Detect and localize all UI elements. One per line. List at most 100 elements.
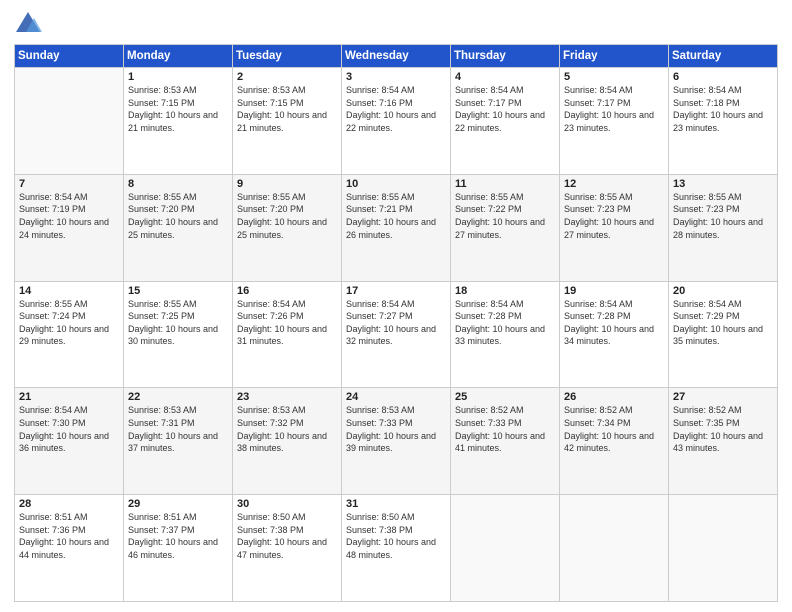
calendar-cell (560, 495, 669, 602)
day-number: 28 (19, 498, 119, 510)
calendar-cell: 1Sunrise: 8:53 AMSunset: 7:15 PMDaylight… (124, 68, 233, 175)
calendar-cell: 14Sunrise: 8:55 AMSunset: 7:24 PMDayligh… (15, 281, 124, 388)
calendar-cell: 21Sunrise: 8:54 AMSunset: 7:30 PMDayligh… (15, 388, 124, 495)
week-row-1: 1Sunrise: 8:53 AMSunset: 7:15 PMDaylight… (15, 68, 778, 175)
day-info: Sunrise: 8:53 AMSunset: 7:32 PMDaylight:… (237, 404, 337, 454)
day-number: 29 (128, 498, 228, 510)
calendar-cell: 29Sunrise: 8:51 AMSunset: 7:37 PMDayligh… (124, 495, 233, 602)
weekday-header-tuesday: Tuesday (233, 45, 342, 68)
day-info: Sunrise: 8:53 AMSunset: 7:15 PMDaylight:… (128, 84, 228, 134)
day-number: 19 (564, 285, 664, 297)
calendar-cell: 28Sunrise: 8:51 AMSunset: 7:36 PMDayligh… (15, 495, 124, 602)
day-number: 2 (237, 71, 337, 83)
day-info: Sunrise: 8:55 AMSunset: 7:25 PMDaylight:… (128, 298, 228, 348)
day-number: 25 (455, 391, 555, 403)
day-info: Sunrise: 8:54 AMSunset: 7:16 PMDaylight:… (346, 84, 446, 134)
weekday-header-friday: Friday (560, 45, 669, 68)
day-info: Sunrise: 8:55 AMSunset: 7:23 PMDaylight:… (564, 191, 664, 241)
day-number: 23 (237, 391, 337, 403)
calendar-cell: 30Sunrise: 8:50 AMSunset: 7:38 PMDayligh… (233, 495, 342, 602)
calendar-cell: 10Sunrise: 8:55 AMSunset: 7:21 PMDayligh… (342, 174, 451, 281)
weekday-header-thursday: Thursday (451, 45, 560, 68)
day-info: Sunrise: 8:54 AMSunset: 7:17 PMDaylight:… (455, 84, 555, 134)
calendar-cell: 20Sunrise: 8:54 AMSunset: 7:29 PMDayligh… (669, 281, 778, 388)
calendar-cell: 12Sunrise: 8:55 AMSunset: 7:23 PMDayligh… (560, 174, 669, 281)
calendar-cell (15, 68, 124, 175)
day-info: Sunrise: 8:54 AMSunset: 7:27 PMDaylight:… (346, 298, 446, 348)
day-number: 7 (19, 178, 119, 190)
day-number: 24 (346, 391, 446, 403)
logo (14, 10, 46, 38)
day-number: 17 (346, 285, 446, 297)
day-number: 3 (346, 71, 446, 83)
day-info: Sunrise: 8:50 AMSunset: 7:38 PMDaylight:… (346, 511, 446, 561)
calendar-cell: 25Sunrise: 8:52 AMSunset: 7:33 PMDayligh… (451, 388, 560, 495)
day-info: Sunrise: 8:52 AMSunset: 7:34 PMDaylight:… (564, 404, 664, 454)
day-number: 13 (673, 178, 773, 190)
day-number: 22 (128, 391, 228, 403)
day-info: Sunrise: 8:54 AMSunset: 7:30 PMDaylight:… (19, 404, 119, 454)
calendar-cell: 18Sunrise: 8:54 AMSunset: 7:28 PMDayligh… (451, 281, 560, 388)
day-info: Sunrise: 8:55 AMSunset: 7:21 PMDaylight:… (346, 191, 446, 241)
day-number: 26 (564, 391, 664, 403)
calendar-page: SundayMondayTuesdayWednesdayThursdayFrid… (0, 0, 792, 612)
calendar-table: SundayMondayTuesdayWednesdayThursdayFrid… (14, 44, 778, 602)
weekday-header-saturday: Saturday (669, 45, 778, 68)
calendar-cell: 11Sunrise: 8:55 AMSunset: 7:22 PMDayligh… (451, 174, 560, 281)
day-info: Sunrise: 8:54 AMSunset: 7:29 PMDaylight:… (673, 298, 773, 348)
day-number: 1 (128, 71, 228, 83)
day-info: Sunrise: 8:54 AMSunset: 7:28 PMDaylight:… (564, 298, 664, 348)
calendar-cell: 8Sunrise: 8:55 AMSunset: 7:20 PMDaylight… (124, 174, 233, 281)
day-info: Sunrise: 8:50 AMSunset: 7:38 PMDaylight:… (237, 511, 337, 561)
day-number: 5 (564, 71, 664, 83)
calendar-cell: 16Sunrise: 8:54 AMSunset: 7:26 PMDayligh… (233, 281, 342, 388)
week-row-4: 21Sunrise: 8:54 AMSunset: 7:30 PMDayligh… (15, 388, 778, 495)
day-number: 11 (455, 178, 555, 190)
day-number: 14 (19, 285, 119, 297)
day-number: 15 (128, 285, 228, 297)
weekday-header-monday: Monday (124, 45, 233, 68)
calendar-cell (451, 495, 560, 602)
calendar-cell: 9Sunrise: 8:55 AMSunset: 7:20 PMDaylight… (233, 174, 342, 281)
calendar-cell: 3Sunrise: 8:54 AMSunset: 7:16 PMDaylight… (342, 68, 451, 175)
day-info: Sunrise: 8:54 AMSunset: 7:18 PMDaylight:… (673, 84, 773, 134)
calendar-cell: 13Sunrise: 8:55 AMSunset: 7:23 PMDayligh… (669, 174, 778, 281)
calendar-cell: 2Sunrise: 8:53 AMSunset: 7:15 PMDaylight… (233, 68, 342, 175)
weekday-header-wednesday: Wednesday (342, 45, 451, 68)
header (14, 10, 778, 38)
day-info: Sunrise: 8:53 AMSunset: 7:31 PMDaylight:… (128, 404, 228, 454)
calendar-cell: 24Sunrise: 8:53 AMSunset: 7:33 PMDayligh… (342, 388, 451, 495)
day-info: Sunrise: 8:54 AMSunset: 7:17 PMDaylight:… (564, 84, 664, 134)
calendar-cell: 23Sunrise: 8:53 AMSunset: 7:32 PMDayligh… (233, 388, 342, 495)
calendar-cell: 5Sunrise: 8:54 AMSunset: 7:17 PMDaylight… (560, 68, 669, 175)
day-info: Sunrise: 8:54 AMSunset: 7:28 PMDaylight:… (455, 298, 555, 348)
logo-icon (14, 10, 42, 38)
calendar-cell: 7Sunrise: 8:54 AMSunset: 7:19 PMDaylight… (15, 174, 124, 281)
calendar-cell: 26Sunrise: 8:52 AMSunset: 7:34 PMDayligh… (560, 388, 669, 495)
day-info: Sunrise: 8:54 AMSunset: 7:19 PMDaylight:… (19, 191, 119, 241)
calendar-cell: 6Sunrise: 8:54 AMSunset: 7:18 PMDaylight… (669, 68, 778, 175)
day-number: 16 (237, 285, 337, 297)
day-number: 9 (237, 178, 337, 190)
day-number: 27 (673, 391, 773, 403)
day-info: Sunrise: 8:53 AMSunset: 7:15 PMDaylight:… (237, 84, 337, 134)
day-info: Sunrise: 8:51 AMSunset: 7:37 PMDaylight:… (128, 511, 228, 561)
day-number: 21 (19, 391, 119, 403)
week-row-2: 7Sunrise: 8:54 AMSunset: 7:19 PMDaylight… (15, 174, 778, 281)
calendar-cell: 22Sunrise: 8:53 AMSunset: 7:31 PMDayligh… (124, 388, 233, 495)
day-info: Sunrise: 8:51 AMSunset: 7:36 PMDaylight:… (19, 511, 119, 561)
day-number: 30 (237, 498, 337, 510)
weekday-header-sunday: Sunday (15, 45, 124, 68)
day-number: 10 (346, 178, 446, 190)
calendar-cell: 19Sunrise: 8:54 AMSunset: 7:28 PMDayligh… (560, 281, 669, 388)
day-number: 8 (128, 178, 228, 190)
day-number: 4 (455, 71, 555, 83)
calendar-cell: 31Sunrise: 8:50 AMSunset: 7:38 PMDayligh… (342, 495, 451, 602)
weekday-header-row: SundayMondayTuesdayWednesdayThursdayFrid… (15, 45, 778, 68)
day-number: 31 (346, 498, 446, 510)
day-info: Sunrise: 8:55 AMSunset: 7:20 PMDaylight:… (237, 191, 337, 241)
day-info: Sunrise: 8:55 AMSunset: 7:20 PMDaylight:… (128, 191, 228, 241)
day-info: Sunrise: 8:52 AMSunset: 7:35 PMDaylight:… (673, 404, 773, 454)
day-number: 12 (564, 178, 664, 190)
day-number: 6 (673, 71, 773, 83)
